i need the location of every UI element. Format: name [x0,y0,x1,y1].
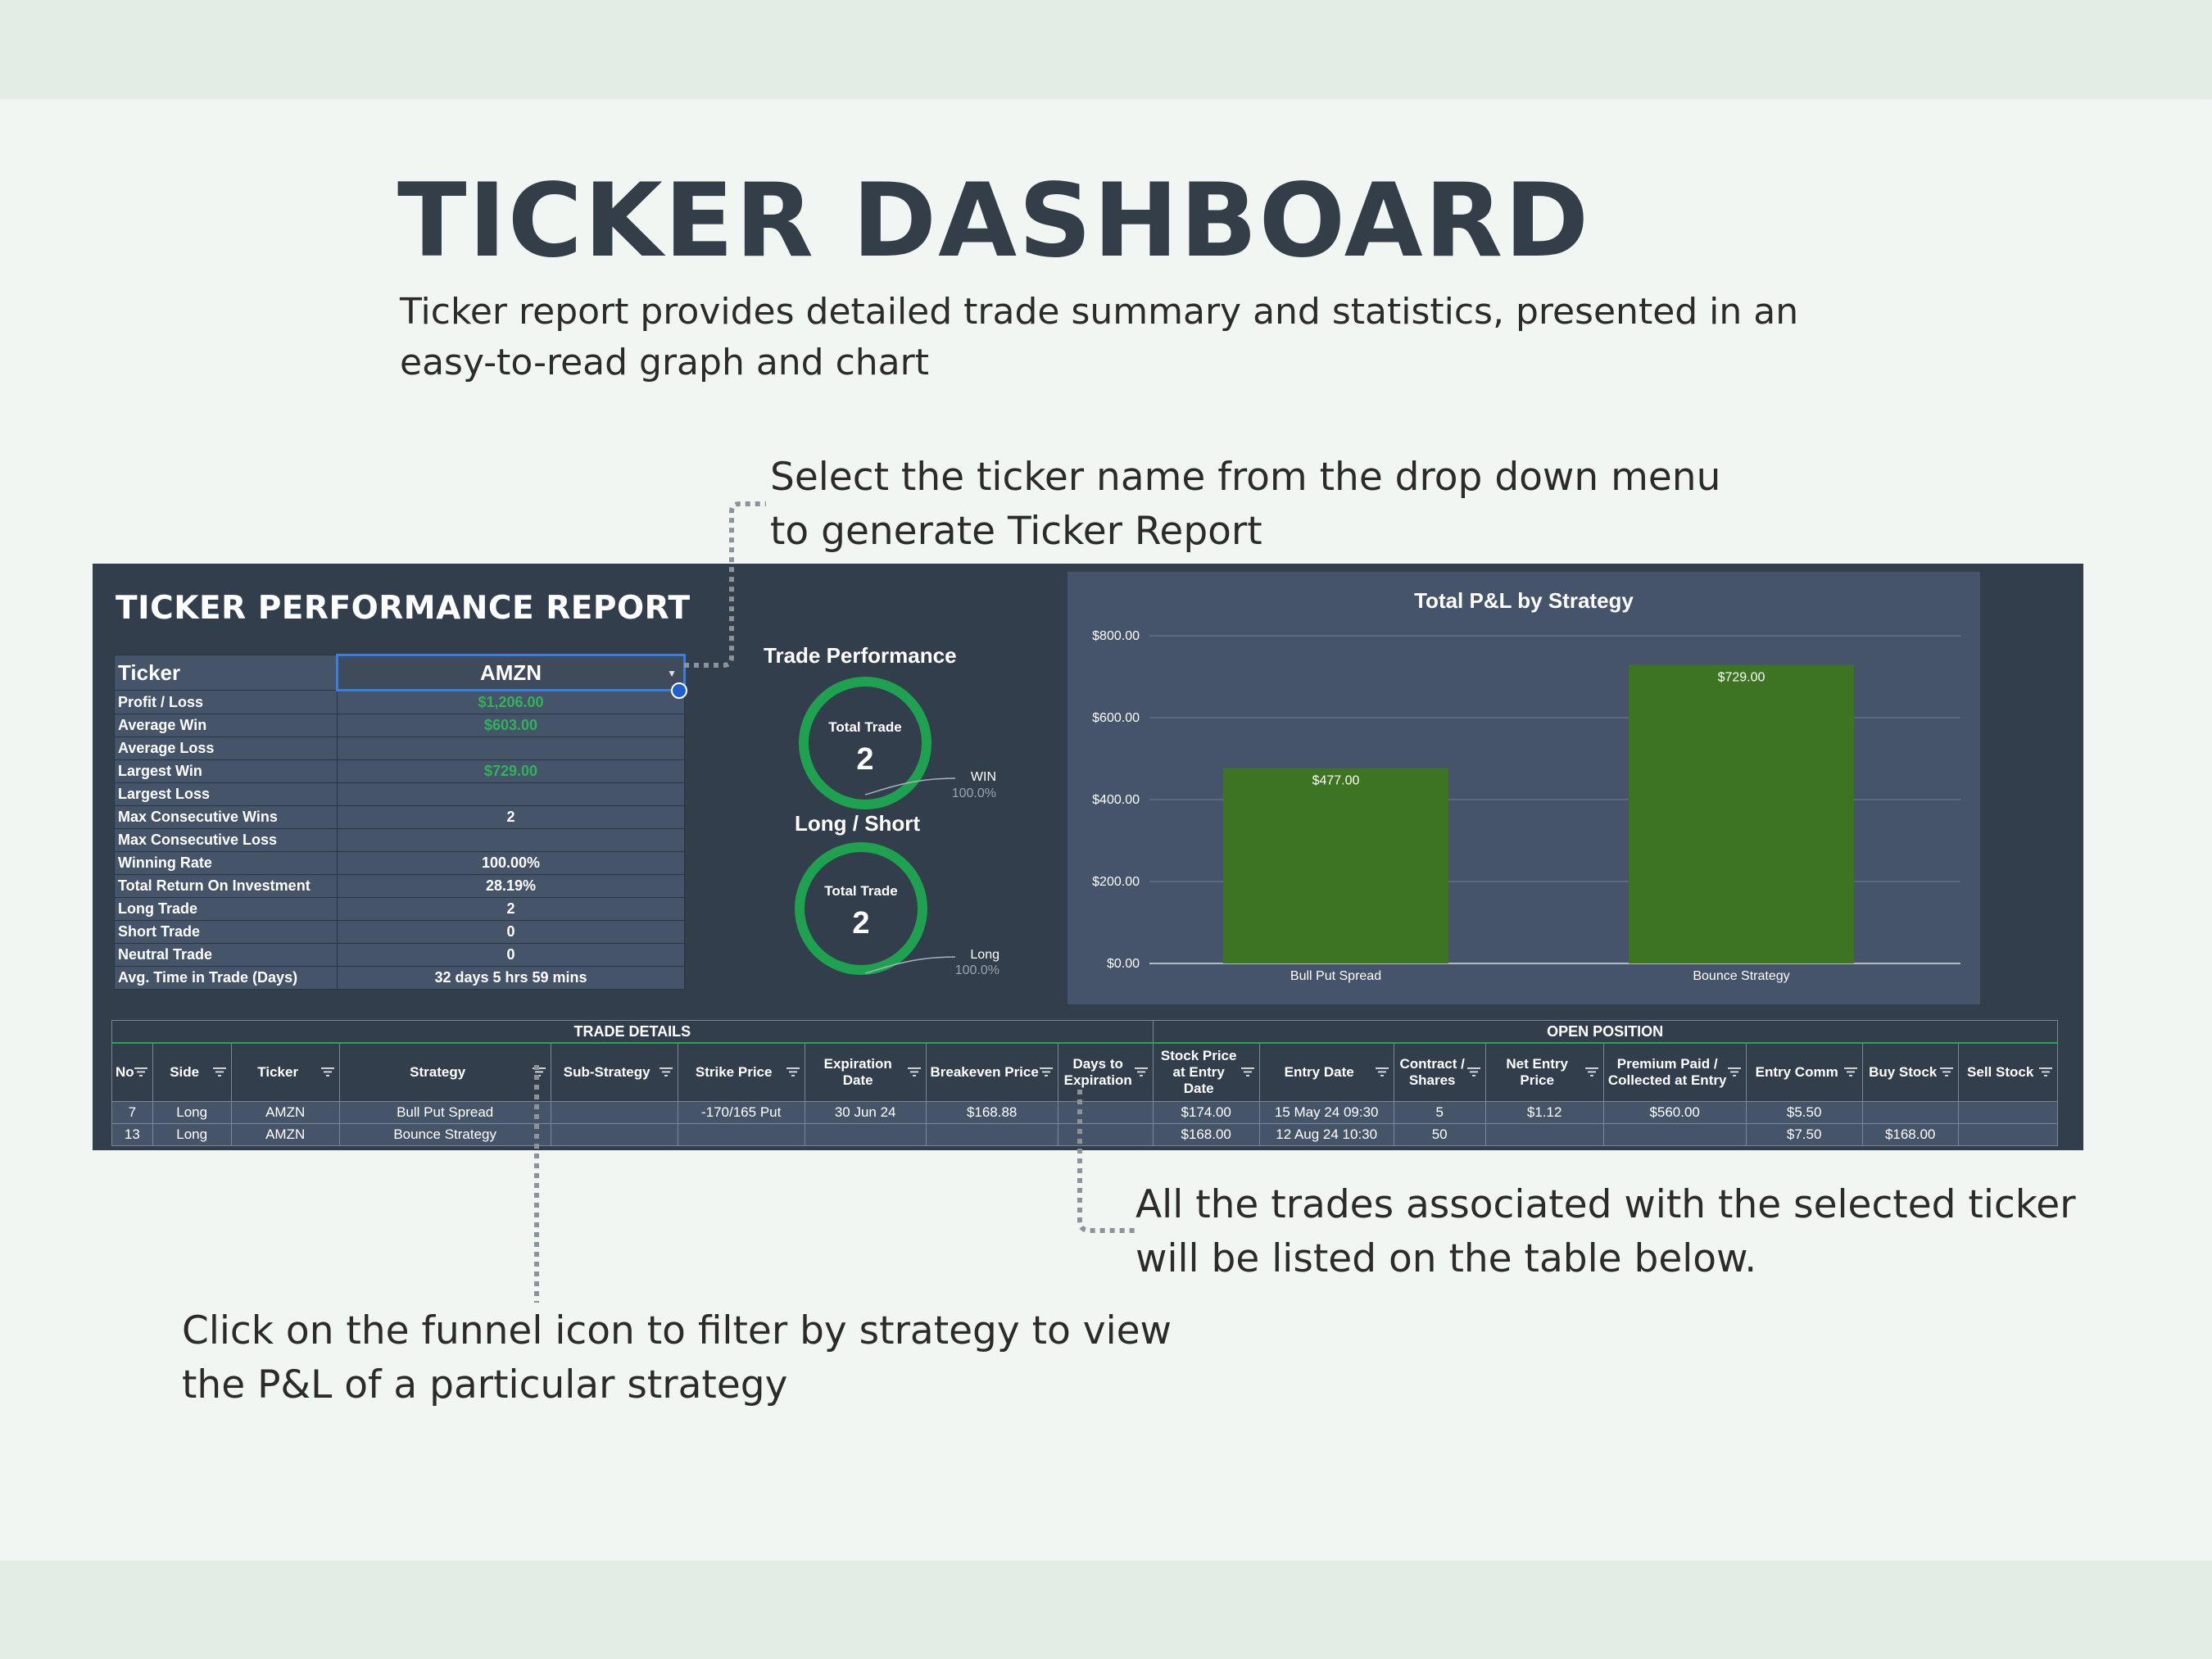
callout-connectors [534,501,1135,1303]
